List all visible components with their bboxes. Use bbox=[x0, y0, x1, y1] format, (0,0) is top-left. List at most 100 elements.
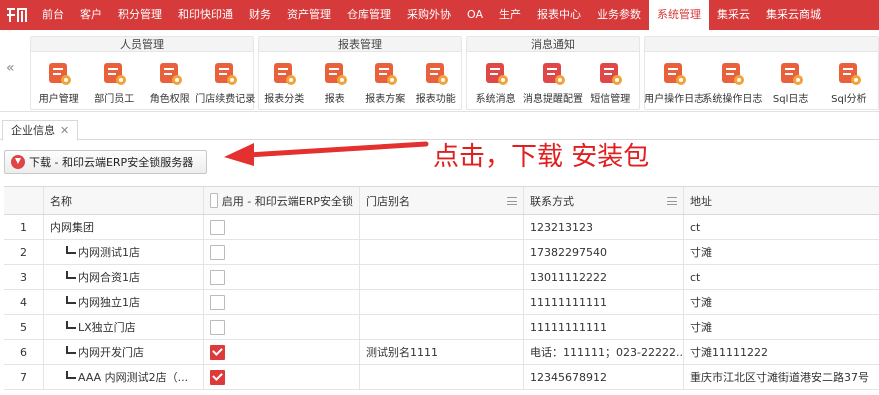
nav-item[interactable]: 系统管理 bbox=[649, 0, 709, 30]
nav-item[interactable]: 仓库管理 bbox=[339, 0, 399, 30]
tab-enterprise-info[interactable]: 企业信息 ✕ bbox=[2, 120, 79, 141]
table-row[interactable]: 7 AAA 内网测试2店（... 12345678912 重庆市江北区寸滩街道港安二路… bbox=[4, 365, 879, 390]
sql-analysis-icon bbox=[836, 60, 862, 86]
nav-item[interactable]: 和印快印通 bbox=[170, 0, 241, 30]
store-name-cell: 内网合资1店 bbox=[44, 265, 204, 289]
ribbon-group-title: 报表管理 bbox=[259, 37, 461, 52]
tree-branch-icon bbox=[66, 271, 76, 279]
address-cell: ct bbox=[690, 220, 701, 234]
select-all-checkbox[interactable] bbox=[210, 193, 218, 208]
ribbon-item-label: 消息提醒配置 bbox=[522, 94, 583, 105]
collapse-ribbon-icon[interactable]: « bbox=[6, 60, 15, 76]
alias-cell bbox=[360, 365, 524, 389]
column-header-name[interactable]: 名称 bbox=[44, 187, 204, 214]
enabled-cell bbox=[204, 265, 360, 289]
ribbon-item[interactable]: 报表分类 bbox=[259, 60, 310, 105]
store-name: LX独立门店 bbox=[78, 321, 136, 334]
enabled-checkbox[interactable] bbox=[210, 294, 225, 310]
ribbon-item-label: 角色权限 bbox=[149, 94, 190, 105]
store-name-cell: LX独立门店 bbox=[44, 315, 204, 339]
table-row[interactable]: 5 LX独立门店 11111111111 寸滩 bbox=[4, 315, 879, 340]
download-button[interactable]: 下载 - 和印云端ERP安全锁服务器 bbox=[4, 150, 207, 174]
table-row[interactable]: 3 内网合资1店 13011112222 ct bbox=[4, 265, 879, 290]
column-header-address[interactable]: 地址 bbox=[684, 187, 879, 214]
nav-item[interactable]: 积分管理 bbox=[110, 0, 170, 30]
enabled-checkbox[interactable] bbox=[210, 319, 225, 335]
ribbon-item[interactable]: 部门员工 bbox=[88, 60, 140, 105]
table-row[interactable]: 4 内网独立1店 11111111111 寸滩 bbox=[4, 290, 879, 315]
ribbon-group: 人员管理用户管理 部门员工 角色权限 门店续费记录 bbox=[30, 36, 255, 110]
user-manage-icon bbox=[46, 60, 72, 86]
ribbon-item[interactable]: 用户管理 bbox=[33, 60, 85, 105]
nav-item[interactable]: 财务 bbox=[241, 0, 279, 30]
ribbon-item[interactable]: Sql日志 bbox=[765, 60, 817, 105]
user-log-icon bbox=[661, 60, 687, 86]
column-header-alias[interactable]: 门店别名 bbox=[360, 187, 524, 214]
ribbon-item[interactable]: 系统操作日志 bbox=[702, 60, 762, 105]
contact-cell: 17382297540 bbox=[524, 240, 684, 264]
ribbon-item[interactable]: 角色权限 bbox=[144, 60, 196, 105]
nav-item[interactable]: OA bbox=[459, 0, 491, 30]
sql-log-icon bbox=[778, 60, 804, 86]
row-number: 7 bbox=[4, 365, 44, 389]
close-tab-icon[interactable]: ✕ bbox=[60, 121, 69, 140]
address-cell: 寸滩 bbox=[690, 296, 712, 309]
ribbon-item[interactable]: 消息提醒配置 bbox=[523, 60, 583, 105]
nav-item[interactable]: 前台 bbox=[34, 0, 72, 30]
ribbon-group-title: 人员管理 bbox=[31, 37, 253, 52]
nav-menu: 前台 客户 积分管理 和印快印通 财务 资产管理 仓库管理 采购外协 OA 生产 报表中心 业务参数系… bbox=[34, 0, 829, 30]
table-row[interactable]: 6 内网开发门店 测试别名1111 电话：111111；023-22222... 寸滩1… bbox=[4, 340, 879, 365]
row-number: 3 bbox=[4, 265, 44, 289]
address-cell: 寸滩 bbox=[690, 246, 712, 259]
ribbon-item[interactable]: 报表 bbox=[310, 60, 361, 105]
ribbon-group-title bbox=[645, 37, 878, 52]
contact-cell: 电话：111111；023-22222... bbox=[524, 340, 684, 364]
nav-item[interactable]: 集采云 bbox=[709, 0, 758, 30]
report-icon bbox=[322, 60, 348, 86]
ribbon-toolbar: « 人员管理用户管理 部门员工 角色权限 门店续费记录 报表管理报表分类 报表 报表方案 报表… bbox=[0, 30, 879, 112]
report-category-icon bbox=[271, 60, 297, 86]
ribbon-item[interactable]: 门店续费记录 bbox=[195, 60, 255, 105]
enabled-checkbox[interactable] bbox=[210, 219, 225, 235]
address-cell: ct bbox=[690, 270, 701, 284]
system-log-icon bbox=[719, 60, 745, 86]
ribbon-item[interactable]: Sql分析 bbox=[823, 60, 875, 105]
ribbon-item-label: 用户管理 bbox=[38, 94, 79, 105]
column-menu-icon[interactable] bbox=[507, 197, 517, 205]
nav-item[interactable]: 资产管理 bbox=[279, 0, 339, 30]
ribbon-item-label: 报表分类 bbox=[264, 94, 305, 105]
ribbon-item-label: 短信管理 bbox=[590, 94, 631, 105]
ribbon-item[interactable]: 用户操作日志 bbox=[644, 60, 704, 105]
column-header-enabled[interactable]: 启用 - 和印云端ERP安全锁 bbox=[204, 187, 360, 214]
system-message-icon bbox=[483, 60, 509, 86]
alias-cell bbox=[360, 215, 524, 239]
row-number: 2 bbox=[4, 240, 44, 264]
nav-item[interactable]: 集采云商城 bbox=[758, 0, 829, 30]
nav-item[interactable]: 生产 bbox=[491, 0, 529, 30]
ribbon-item[interactable]: 报表方案 bbox=[360, 60, 411, 105]
table-row[interactable]: 2 内网测试1店 17382297540 寸滩 bbox=[4, 240, 879, 265]
tree-branch-icon bbox=[66, 246, 76, 254]
nav-item[interactable]: 客户 bbox=[72, 0, 110, 30]
enabled-checkbox[interactable] bbox=[210, 344, 225, 360]
column-header-contact[interactable]: 联系方式 bbox=[524, 187, 684, 214]
nav-item[interactable]: 报表中心 bbox=[529, 0, 589, 30]
enabled-checkbox[interactable] bbox=[210, 244, 225, 260]
ribbon-item-label: 系统操作日志 bbox=[702, 94, 763, 105]
ribbon-item[interactable]: 短信管理 bbox=[584, 60, 636, 105]
enabled-checkbox[interactable] bbox=[210, 269, 225, 285]
nav-item[interactable]: 采购外协 bbox=[399, 0, 459, 30]
column-header-contact-label: 联系方式 bbox=[530, 194, 574, 208]
ribbon-item[interactable]: 系统消息 bbox=[470, 60, 522, 105]
nav-item[interactable]: 业务参数 bbox=[589, 0, 649, 30]
column-menu-icon[interactable] bbox=[667, 197, 677, 205]
table-row[interactable]: 1 内网集团 123213123 ct bbox=[4, 215, 879, 240]
enabled-cell bbox=[204, 315, 360, 339]
tree-branch-icon bbox=[66, 321, 76, 329]
logo-icon[interactable] bbox=[0, 0, 34, 30]
tree-branch-icon bbox=[66, 346, 76, 354]
ribbon-item[interactable]: 报表功能 bbox=[411, 60, 462, 105]
enabled-checkbox[interactable] bbox=[210, 369, 225, 385]
enterprise-table: 名称 启用 - 和印云端ERP安全锁 门店别名 联系方式 地址 1 内网集团 123… bbox=[4, 186, 879, 390]
tab-label: 企业信息 bbox=[11, 124, 55, 137]
